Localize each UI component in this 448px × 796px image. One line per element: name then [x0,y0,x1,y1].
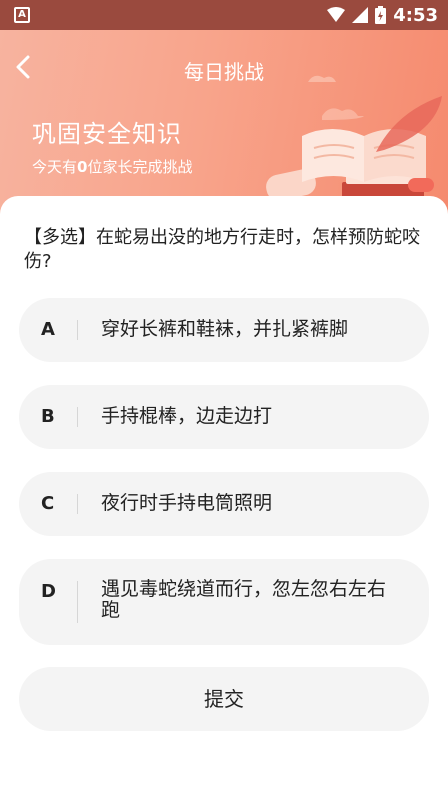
option-text: 穿好长裤和鞋袜，并扎紧裤脚 [101,318,349,340]
option-c[interactable]: C 夜行时手持电筒照明 [19,472,429,536]
screen: A 4:53 每日挑战 巩固安全知识 今天有0位家长完成挑战 【多选】在蛇易出没… [0,0,448,796]
option-b[interactable]: B 手持棍棒，边走边打 [19,385,429,449]
option-letter: D [41,581,56,602]
banner-subtitle: 今天有0位家长完成挑战 [32,156,192,177]
option-letter: A [41,319,55,340]
option-a[interactable]: A 穿好长裤和鞋袜，并扎紧裤脚 [19,298,429,362]
option-divider [77,581,78,623]
option-letter: C [41,493,55,514]
question-text: 【多选】在蛇易出没的地方行走时，怎样预防蛇咬伤? [24,227,420,272]
header-banner: 每日挑战 巩固安全知识 今天有0位家长完成挑战 [0,30,448,220]
banner-heading: 巩固安全知识 [32,120,182,148]
banner-sub-suffix: 位家长完成挑战 [87,158,193,176]
completed-count: 0 [77,158,88,176]
app-notification-icon: A [14,7,30,23]
option-text: 手持棍棒，边走边打 [101,405,273,427]
signal-icon [352,7,369,23]
option-d[interactable]: D 遇见毒蛇绕道而行，忽左忽右左右跑 [19,559,429,645]
wifi-icon [327,7,346,22]
option-letter: B [41,406,55,427]
submit-button[interactable]: 提交 [19,667,429,731]
status-time: 4:53 [393,4,438,26]
option-divider [77,494,78,514]
status-icons: 4:53 [327,0,438,30]
battery-icon [375,6,387,24]
question-card: 【多选】在蛇易出没的地方行走时，怎样预防蛇咬伤? A 穿好长裤和鞋袜，并扎紧裤脚… [0,196,448,796]
option-text: 遇见毒蛇绕道而行，忽左忽右左右跑 [101,578,387,621]
option-divider [77,407,78,427]
option-text: 夜行时手持电筒照明 [101,492,273,514]
banner-sub-prefix: 今天有 [32,158,78,176]
status-bar: A 4:53 [0,0,448,30]
option-divider [77,320,78,340]
